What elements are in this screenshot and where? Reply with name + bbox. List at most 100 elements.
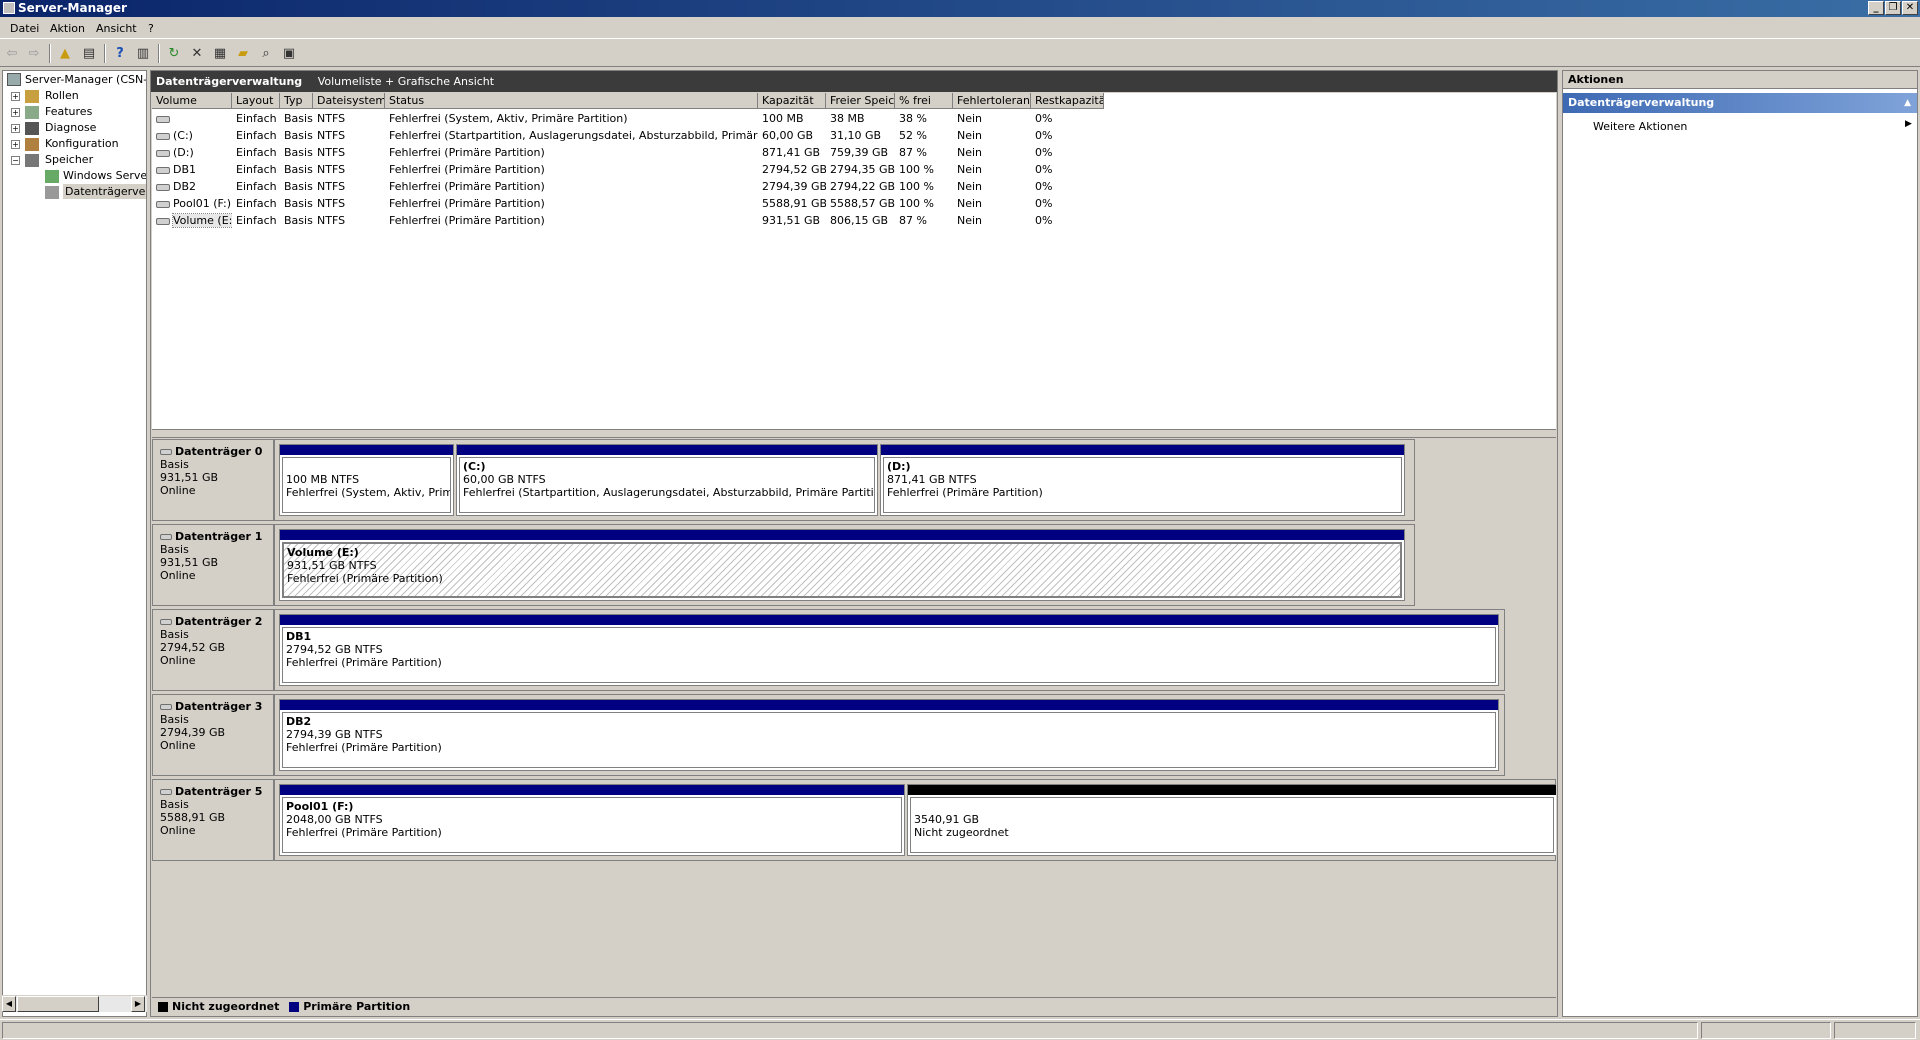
tree-item-features[interactable]: Features (45, 104, 92, 119)
column-header[interactable]: Typ (280, 93, 313, 109)
disk-label[interactable]: Datenträger 1 Basis 931,51 GB Online (153, 525, 275, 605)
partition[interactable]: (D:) 871,41 GB NTFS Fehlerfrei (Primäre Pa… (880, 444, 1405, 516)
diagnose-icon (25, 122, 39, 135)
close-button[interactable]: ✕ (1902, 1, 1918, 15)
column-header[interactable]: Kapazität (758, 93, 826, 109)
column-header[interactable]: Freier Speicher (826, 93, 895, 109)
volume-row[interactable]: DB2 Einfach Basis NTFS Fehlerfrei (Primäre P… (152, 178, 1452, 195)
partition[interactable]: 3540,91 GB Nicht zugeordnet (907, 784, 1556, 856)
column-header[interactable]: Restkapazität (1031, 93, 1104, 109)
volume-row[interactable]: (C:) Einfach Basis NTFS Fehlerfrei (Startpar… (152, 127, 1452, 144)
column-header[interactable]: Volume (152, 93, 232, 109)
minimize-button[interactable]: _ (1868, 1, 1884, 15)
properties-icon[interactable]: ▦ (211, 45, 229, 62)
partition[interactable]: DB1 2794,52 GB NTFS Fehlerfrei (Primäre Pa… (279, 614, 1499, 686)
up-folder-icon[interactable]: ▲ (56, 45, 74, 62)
partition-bar (280, 785, 904, 795)
refresh-icon[interactable]: ↻ (165, 45, 183, 62)
volume-cell: 871,41 GB (762, 146, 821, 159)
volume-cell: Nein (957, 214, 983, 227)
tree-item-windows-server-backup[interactable]: Windows Server- (63, 168, 146, 183)
expand-icon[interactable]: + (11, 108, 20, 117)
volume-cell: Fehlerfrei (Primäre Partition) (389, 214, 545, 227)
back-arrow-icon[interactable]: ⇦ (3, 45, 21, 62)
actions-section[interactable]: Datenträgerverwaltung ▲ (1563, 93, 1917, 113)
volume-row[interactable]: Einfach Basis NTFS Fehlerfrei (System, Akti… (152, 110, 1452, 127)
tree-item-diagnose[interactable]: Diagnose (45, 120, 96, 135)
show-hide-tree-icon[interactable]: ▤ (80, 45, 98, 62)
tree-item-konfiguration[interactable]: Konfiguration (45, 136, 119, 151)
partition[interactable]: Pool01 (F:) 2048,00 GB NTFS Fehlerfrei (Pr… (279, 784, 905, 856)
collapse-icon[interactable]: − (11, 156, 20, 165)
partition-name: (C:) (463, 460, 486, 473)
scroll-left-icon[interactable]: ◀ (2, 996, 16, 1012)
disk-icon (160, 704, 172, 710)
volume-cell: Basis (284, 129, 313, 142)
menu-ansicht[interactable]: Ansicht (96, 22, 137, 35)
column-header[interactable]: Fehlertoleranz (953, 93, 1031, 109)
partition-bar (280, 445, 453, 455)
menu-datei[interactable]: Datei (10, 22, 39, 35)
partition-bar (280, 615, 1498, 625)
volume-cell: Einfach (236, 197, 277, 210)
disk-type: Basis (160, 713, 189, 726)
disk-label[interactable]: Datenträger 5 Basis 5588,91 GB Online (153, 780, 275, 860)
expand-icon[interactable]: + (11, 92, 20, 101)
scroll-right-icon[interactable]: ▶ (131, 996, 145, 1012)
partition-body: 3540,91 GB Nicht zugeordnet (910, 797, 1554, 853)
menu-help[interactable]: ? (148, 22, 154, 35)
volume-cell: Nein (957, 197, 983, 210)
column-header[interactable]: % frei (895, 93, 953, 109)
partition[interactable]: DB2 2794,39 GB NTFS Fehlerfrei (Primäre Pa… (279, 699, 1499, 771)
help-icon[interactable]: ? (111, 45, 129, 62)
volume-cell: 806,15 GB (830, 214, 889, 227)
partition-status: Fehlerfrei (Startpartition, Auslagerungs… (463, 486, 875, 499)
properties-pane-icon[interactable]: ▥ (134, 45, 152, 62)
volume-cell: 0% (1035, 112, 1053, 125)
search-icon[interactable]: ⌕ (257, 45, 275, 62)
column-header[interactable]: Layout (232, 93, 280, 109)
partition-size: 3540,91 GB (914, 813, 980, 826)
tree-root[interactable]: Server-Manager (CSN-W (25, 72, 146, 87)
tree-horizontal-scrollbar[interactable]: ◀ ▶ (2, 995, 147, 1012)
backup-icon (45, 170, 59, 183)
tree-item-datentraegerverwaltung[interactable]: Datenträgerverw (63, 184, 146, 199)
disk-settings-icon[interactable]: ▣ (280, 45, 298, 62)
volume-row[interactable]: DB1 Einfach Basis NTFS Fehlerfrei (Primäre P… (152, 161, 1452, 178)
collapse-up-icon[interactable]: ▲ (1904, 93, 1911, 113)
tree-item-speicher[interactable]: Speicher (45, 152, 93, 167)
column-header[interactable]: Dateisystem (313, 93, 385, 109)
disk-label[interactable]: Datenträger 0 Basis 931,51 GB Online (153, 440, 275, 520)
disk-size: 931,51 GB (160, 556, 219, 569)
scroll-thumb[interactable] (17, 996, 99, 1012)
action-more[interactable]: Weitere Aktionen (1593, 120, 1687, 133)
partition[interactable]: (C:) 60,00 GB NTFS Fehlerfrei (Startpartit… (456, 444, 878, 516)
volume-row[interactable]: Volume (E:) Einfach Basis NTFS Fehlerfrei (P… (152, 212, 1452, 229)
menu-aktion[interactable]: Aktion (50, 22, 85, 35)
volume-name: DB1 (173, 163, 197, 176)
delete-icon[interactable]: ✕ (188, 45, 206, 62)
partition-body: 100 MB NTFS Fehlerfrei (System, Aktiv, Pr… (282, 457, 451, 513)
disk-label[interactable]: Datenträger 3 Basis 2794,39 GB Online (153, 695, 275, 775)
volume-row[interactable]: (D:) Einfach Basis NTFS Fehlerfrei (Primäre … (152, 144, 1452, 161)
disk-type: Basis (160, 543, 189, 556)
volume-cell: 0% (1035, 214, 1053, 227)
volume-cell: Basis (284, 146, 313, 159)
expand-icon[interactable]: + (11, 124, 20, 133)
tree-item-rollen[interactable]: Rollen (45, 88, 79, 103)
column-header[interactable]: Status (385, 93, 758, 109)
navigation-tree: Server-Manager (CSN-W + Rollen + Feature… (2, 70, 147, 1017)
disk-name: Datenträger 0 (160, 445, 273, 458)
open-folder-icon[interactable]: ▰ (234, 45, 252, 62)
restore-button[interactable]: ❐ (1885, 1, 1901, 15)
partition[interactable]: Volume (E:) 931,51 GB NTFS Fehlerfrei (Pri… (279, 529, 1405, 601)
volume-row[interactable]: Pool01 (F:) Einfach Basis NTFS Fehlerfrei (P… (152, 195, 1452, 212)
disk-icon (160, 789, 172, 795)
splitter[interactable] (152, 430, 1556, 438)
forward-arrow-icon[interactable]: ⇨ (25, 45, 43, 62)
expand-icon[interactable]: + (11, 140, 20, 149)
disk-row: Datenträger 2 Basis 2794,52 GB Online DB1 279… (152, 609, 1505, 691)
disk-label[interactable]: Datenträger 2 Basis 2794,52 GB Online (153, 610, 275, 690)
volume-cell: Basis (284, 214, 313, 227)
partition[interactable]: 100 MB NTFS Fehlerfrei (System, Aktiv, Pr… (279, 444, 454, 516)
